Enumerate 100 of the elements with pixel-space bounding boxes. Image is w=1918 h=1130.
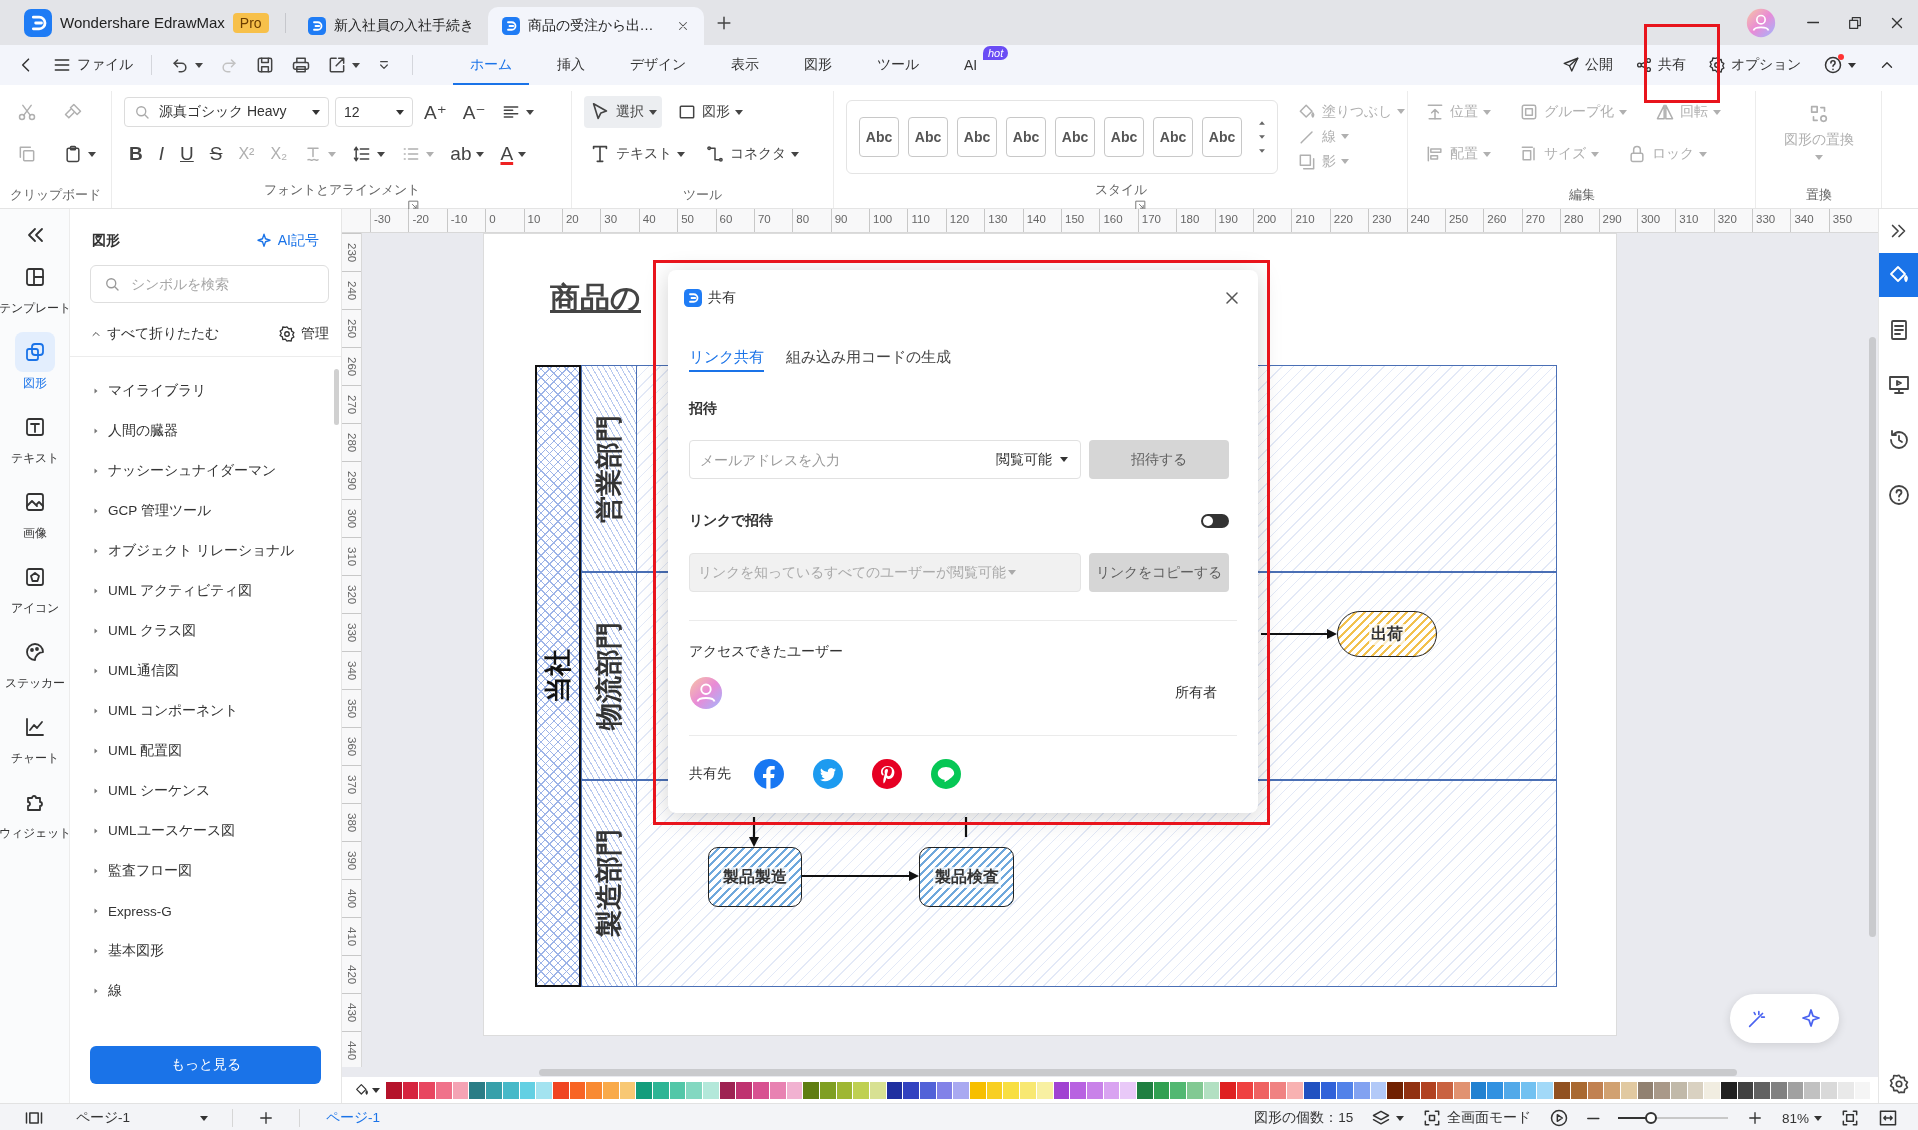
ruler-number: 210 (1295, 213, 1315, 225)
underline-button[interactable]: U (175, 138, 199, 170)
page-dropdown[interactable]: ページ-1 (76, 1109, 208, 1127)
ruler-number: 380 (345, 812, 358, 833)
sidebar-tab[interactable]: アイコン (0, 557, 70, 632)
group-label: 置換 (1805, 186, 1832, 204)
connector-button[interactable]: コネクタ (700, 138, 804, 170)
ruler-number: 200 (1257, 213, 1277, 225)
sidebar-tab[interactable]: テキスト (0, 407, 70, 482)
sidebar-tab[interactable]: 図形 (0, 332, 70, 407)
italic-button[interactable]: I (153, 138, 169, 170)
search-field[interactable]: シンボルを検索 (90, 265, 329, 303)
shape-button[interactable]: 図形 (672, 96, 748, 128)
library-item[interactable]: 監査フロー図 (70, 851, 341, 891)
search-input[interactable]: シンボルを検索 (129, 275, 316, 293)
style-tile[interactable]: Abc (1104, 116, 1144, 157)
lane-header: 営業部門 (581, 365, 637, 573)
library-item[interactable]: UML 配置図 (70, 731, 341, 771)
ai-symbol-link[interactable]: AI記号 (254, 232, 319, 250)
library-item[interactable]: UML通信図 (70, 651, 341, 691)
library-item[interactable]: UML クラス図 (70, 611, 341, 651)
ruler-number: 310 (345, 546, 358, 567)
style-tile[interactable]: Abc (1153, 116, 1193, 157)
hot-badge: hot (982, 46, 1009, 60)
document-tab[interactable]: 新入社員の入社手続き (293, 7, 488, 45)
ruler-number: 70 (757, 213, 771, 225)
ribbon-tab[interactable]: 挿入 (540, 45, 602, 85)
user-role: 所有者 (1175, 684, 1217, 702)
library-item[interactable]: マイライブラリ (70, 371, 341, 411)
ruler-number: 390 (345, 850, 358, 871)
options-button[interactable]: オプション (1708, 56, 1801, 74)
strikethrough-button[interactable]: S (204, 138, 228, 170)
ruler-number: 290 (345, 470, 358, 491)
style-tile[interactable]: Abc (908, 116, 948, 157)
font-color-button[interactable]: A (495, 138, 532, 170)
more-button[interactable]: もっと見る (90, 1046, 321, 1084)
group-label: クリップボード (10, 186, 101, 204)
ruler-number: 300 (345, 508, 358, 529)
dialog-tab[interactable]: 組み込み用コードの生成 (786, 342, 951, 372)
section-heading: リンクで招待 (689, 512, 773, 530)
sidebar-tab[interactable]: テンプレート (0, 257, 70, 332)
page-tab[interactable]: ページ-1 (326, 1109, 380, 1127)
style-tile[interactable]: Abc (1055, 116, 1095, 157)
sidebar-tab[interactable]: ウィジェット (0, 782, 70, 857)
library-item[interactable]: 人間の臓器 (70, 411, 341, 451)
lane-header: 物流部門 (581, 572, 637, 780)
sidebar-tab[interactable]: チャート (0, 707, 70, 782)
library-item[interactable]: UML シーケンス (70, 771, 341, 811)
ribbon-tab[interactable]: ツール (860, 45, 936, 85)
email-input[interactable]: メールアドレスを入力 (698, 450, 996, 469)
style-tile[interactable]: Abc (859, 116, 899, 157)
sidebar-tab[interactable]: 画像 (0, 482, 70, 557)
ruler-number: 240 (1410, 213, 1430, 225)
ribbon-tab[interactable]: ホーム (453, 45, 529, 85)
style-tile[interactable]: Abc (957, 116, 997, 157)
style-tile[interactable]: Abc (1202, 116, 1242, 157)
manage-button[interactable]: 管理 (278, 324, 329, 343)
document-tab[interactable]: 商品の受注から出… (487, 7, 704, 45)
file-menu[interactable]: ファイル (52, 55, 133, 75)
library-item[interactable]: オブジェクト リレーショナル (70, 531, 341, 571)
library-item[interactable]: UMLユースケース図 (70, 811, 341, 851)
grow-font-button[interactable]: A⁺ (419, 96, 452, 128)
font-field[interactable]: 源真ゴシック Heavy (124, 97, 329, 127)
ruler-number: 150 (1065, 213, 1085, 225)
group-label: 編集 (1568, 186, 1595, 204)
pool-header: 当社 (535, 365, 581, 987)
ribbon-tab[interactable]: 表示 (714, 45, 776, 85)
dialog-tab[interactable]: リンク共有 (689, 342, 764, 372)
style-tile[interactable]: Abc (1006, 116, 1046, 157)
bold-button[interactable]: B (124, 138, 148, 170)
sidebar-tab[interactable]: ステッカー (0, 632, 70, 707)
ribbon-tab[interactable]: 図形 (787, 45, 849, 85)
ruler-number: 180 (1180, 213, 1200, 225)
case-button[interactable]: ab (445, 138, 490, 170)
shrink-font-button[interactable]: A⁻ (457, 96, 491, 128)
ruler-number: 250 (345, 318, 358, 339)
dialog-title: 共有 (708, 289, 736, 307)
zoom-dropdown[interactable]: 81% (1781, 1110, 1822, 1126)
ribbon-tab[interactable]: デザイン (613, 45, 703, 85)
ruler-number: 140 (1026, 213, 1046, 225)
library-item[interactable]: GCP 管理ツール (70, 491, 341, 531)
ruler-number: 320 (345, 584, 358, 605)
select-button[interactable]: 選択 (584, 96, 662, 128)
group-label: フォントとアラインメント (263, 182, 420, 199)
ruler-number: 20 (565, 213, 579, 225)
library-item[interactable]: 基本図形 (70, 931, 341, 971)
library-item[interactable]: Express-G (70, 891, 341, 931)
library-item[interactable]: UML コンポーネント (70, 691, 341, 731)
publish-button[interactable]: 公開 (1562, 56, 1613, 74)
email-field[interactable]: メールアドレスを入力 閲覧可能 (689, 440, 1081, 479)
permission-dropdown[interactable]: 閲覧可能 (996, 450, 1068, 469)
library-item[interactable]: ナッシーシュナイダーマン (70, 451, 341, 491)
library-item[interactable]: 線 (70, 971, 341, 1011)
text-tool-button[interactable]: テキスト (584, 138, 690, 170)
library-item[interactable]: UML アクティビティ図 (70, 571, 341, 611)
plan-badge: Pro (232, 12, 269, 33)
size-field[interactable]: 12 (335, 97, 413, 127)
collapse-all-button[interactable]: すべて折りたたむ (90, 324, 219, 343)
fullscreen-button[interactable]: 全画面モード (1422, 1108, 1532, 1128)
share-button[interactable]: 共有 (1635, 56, 1686, 74)
